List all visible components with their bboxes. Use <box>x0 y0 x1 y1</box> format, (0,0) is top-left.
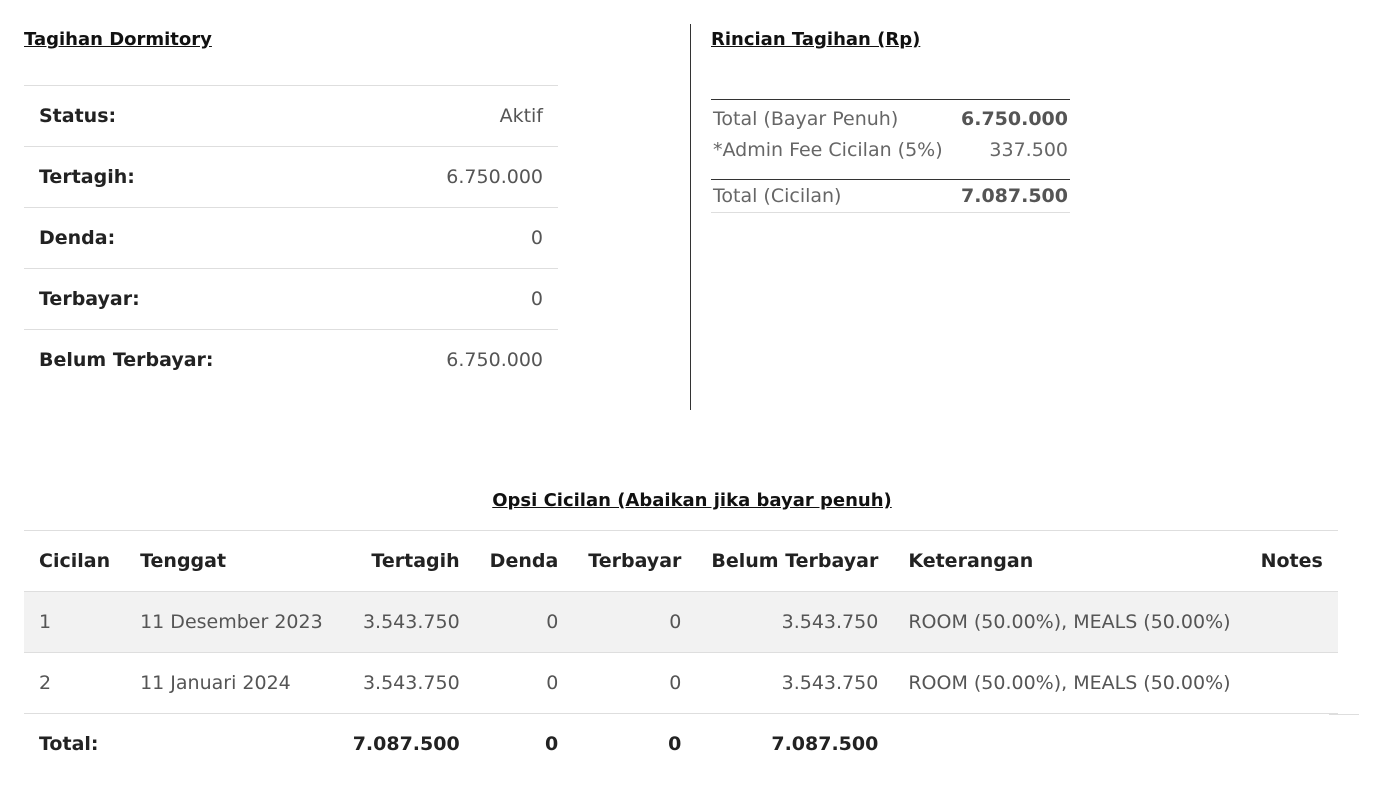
cell-due: 11 Desember 2023 <box>125 591 338 653</box>
summary-label: Terbayar: <box>24 268 354 330</box>
summary-value: 6.750.000 <box>353 146 558 208</box>
table-row: 2 11 Januari 2024 3.543.750 0 0 3.543.75… <box>24 652 1338 714</box>
col-header-installment: Cicilan <box>24 530 126 592</box>
table-total-row: Total: 7.087.500 0 0 7.087.500 <box>24 713 1338 774</box>
bill-summary-table: Status: Aktif Tertagih: 6.750.000 Denda:… <box>24 85 558 390</box>
cell-notes <box>1245 591 1338 653</box>
col-header-billed: Tertagih <box>337 530 475 592</box>
cell-description: ROOM (50.00%), MEALS (50.00%) <box>893 652 1246 714</box>
total-fine: 0 <box>474 713 574 774</box>
col-header-paid: Terbayar <box>573 530 697 592</box>
col-header-unpaid: Belum Terbayar <box>696 530 894 592</box>
bill-breakdown-title: Rincian Tagihan (Rp) <box>711 29 921 50</box>
cell-paid: 0 <box>573 652 697 714</box>
summary-label: Denda: <box>24 207 354 269</box>
summary-value: Aktif <box>353 85 558 147</box>
breakdown-row-admin-fee: *Admin Fee Cicilan (5%) 337.500 <box>711 135 1070 180</box>
cell-description: ROOM (50.00%), MEALS (50.00%) <box>893 591 1246 653</box>
summary-row-paid: Terbayar: 0 <box>24 268 558 330</box>
summary-row-status: Status: Aktif <box>24 85 558 147</box>
total-unpaid: 7.087.500 <box>696 713 894 774</box>
cell-fine: 0 <box>474 591 574 653</box>
summary-label: Tertagih: <box>24 146 354 208</box>
cell-due: 11 Januari 2024 <box>125 652 338 714</box>
breakdown-label: Total (Cicilan) <box>711 179 955 213</box>
cell-installment: 1 <box>24 591 126 653</box>
table-row: 1 11 Desember 2023 3.543.750 0 0 3.543.7… <box>24 591 1338 653</box>
total-paid: 0 <box>573 713 697 774</box>
cell-fine: 0 <box>474 652 574 714</box>
total-empty-cell <box>1245 713 1338 774</box>
breakdown-label: *Admin Fee Cicilan (5%) <box>713 139 943 161</box>
cell-unpaid: 3.543.750 <box>696 591 894 653</box>
summary-label: Status: <box>24 85 354 147</box>
summary-label: Belum Terbayar: <box>24 329 354 390</box>
bill-breakdown-table: Total (Bayar Penuh) 6.750.000 *Admin Fee… <box>711 99 1070 213</box>
cell-billed: 3.543.750 <box>337 652 475 714</box>
cell-billed: 3.543.750 <box>337 591 475 653</box>
total-label: Total: <box>24 713 126 774</box>
total-billed: 7.087.500 <box>337 713 475 774</box>
page: Tagihan Dormitory Status: Aktif Tertagih… <box>0 0 1384 797</box>
breakdown-row-installment-total: Total (Cicilan) 7.087.500 <box>711 179 1070 213</box>
dormitory-bill-title: Tagihan Dormitory <box>24 29 212 50</box>
col-header-due: Tenggat <box>125 530 338 592</box>
cell-unpaid: 3.543.750 <box>696 652 894 714</box>
col-header-fine: Denda <box>474 530 574 592</box>
breakdown-label: Total (Bayar Penuh) <box>711 99 955 135</box>
cell-installment: 2 <box>24 652 126 714</box>
breakdown-value: 6.750.000 <box>954 99 1070 135</box>
summary-value: 0 <box>353 207 558 269</box>
cell-paid: 0 <box>573 591 697 653</box>
total-empty-cell <box>893 713 1246 774</box>
col-header-notes: Notes <box>1245 530 1338 592</box>
summary-row-unpaid: Belum Terbayar: 6.750.000 <box>24 329 558 390</box>
row-divider-extension <box>1329 714 1359 715</box>
summary-value: 0 <box>353 268 558 330</box>
breakdown-value: 7.087.500 <box>954 179 1070 213</box>
summary-row-fine: Denda: 0 <box>24 207 558 269</box>
installment-table: Cicilan Tenggat Tertagih Denda Terbayar … <box>24 530 1338 774</box>
summary-value: 6.750.000 <box>353 329 558 390</box>
vertical-divider <box>690 24 691 410</box>
installment-header-row: Cicilan Tenggat Tertagih Denda Terbayar … <box>24 530 1338 592</box>
breakdown-value: 337.500 <box>989 139 1068 161</box>
col-header-description: Keterangan <box>893 530 1246 592</box>
total-empty-cell <box>125 713 338 774</box>
summary-row-billed: Tertagih: 6.750.000 <box>24 146 558 208</box>
installment-options-title: Opsi Cicilan (Abaikan jika bayar penuh) <box>492 490 892 511</box>
breakdown-row-full-payment: Total (Bayar Penuh) 6.750.000 <box>711 99 1070 135</box>
cell-notes <box>1245 652 1338 714</box>
